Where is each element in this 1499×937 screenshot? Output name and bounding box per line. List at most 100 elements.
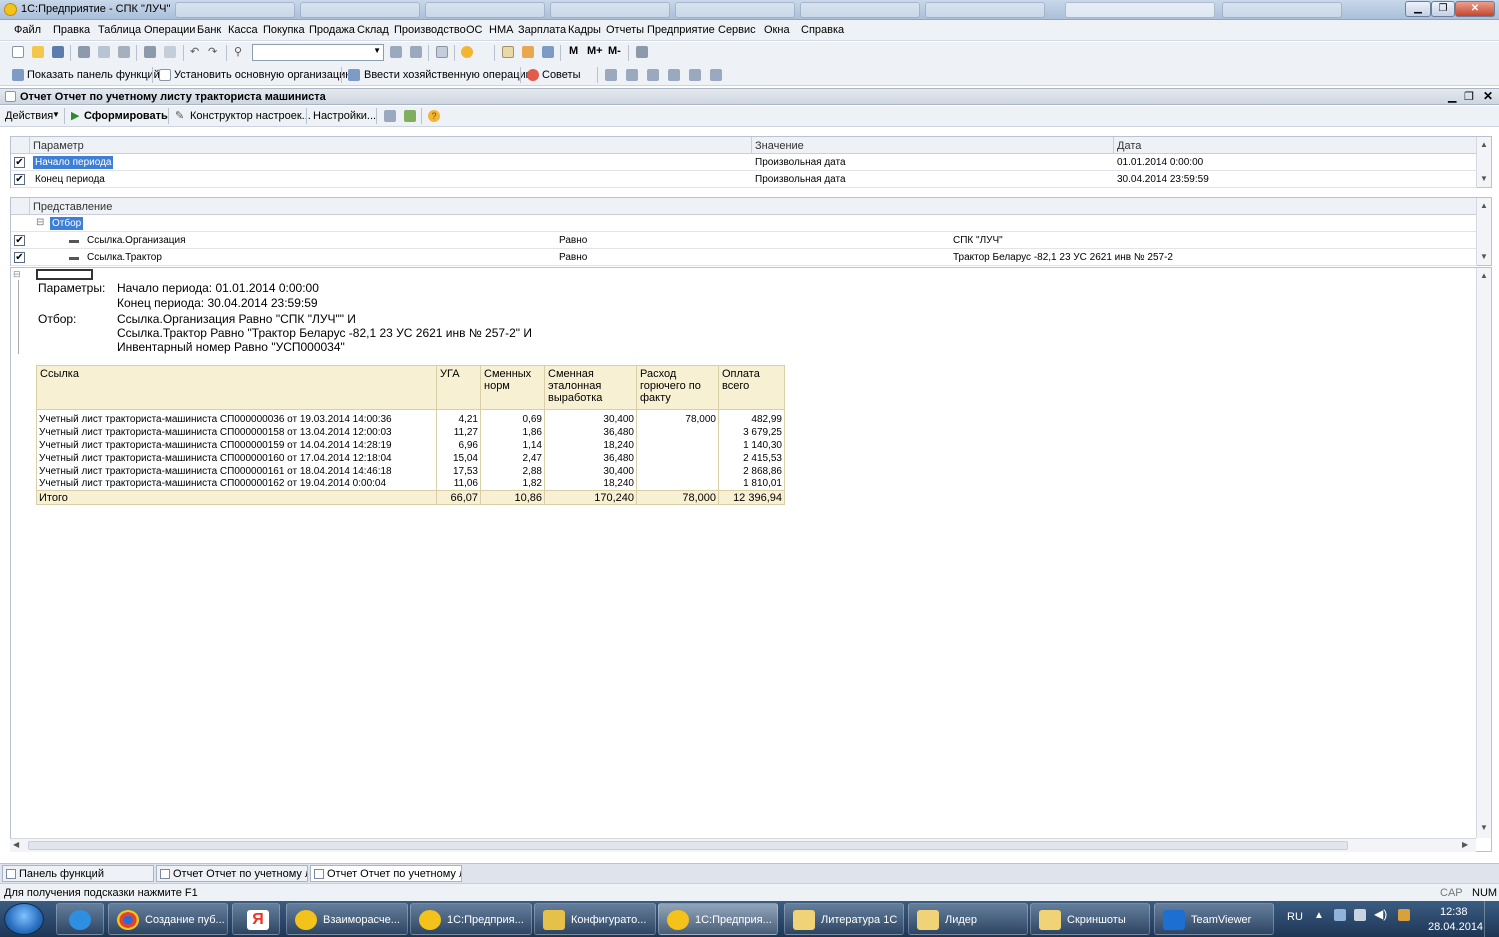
- taskbar-item[interactable]: 1С:Предприя...: [410, 903, 532, 935]
- column-header-date[interactable]: Дата: [1113, 137, 1477, 154]
- filter-group-row[interactable]: ⊟ Отбор: [11, 215, 1477, 232]
- tab-function-panel[interactable]: Панель функций: [2, 865, 154, 882]
- minimize-button[interactable]: ▁: [1405, 1, 1431, 17]
- scroll-up-icon[interactable]: ▲: [1480, 271, 1488, 280]
- calculator-icon[interactable]: [502, 46, 514, 58]
- yandex-taskbar-button[interactable]: Я: [232, 903, 280, 935]
- menu-production[interactable]: Производство: [394, 24, 466, 36]
- menu-enterprise[interactable]: Предприятие: [647, 24, 715, 36]
- info-icon[interactable]: [461, 46, 473, 58]
- menu-edit[interactable]: Правка: [53, 24, 90, 36]
- doc-ref-cell[interactable]: Учетный лист тракториста-машиниста СП000…: [36, 464, 437, 478]
- menu-purchase[interactable]: Покупка: [263, 24, 305, 36]
- undo-icon[interactable]: ↶: [190, 45, 199, 58]
- menu-operations[interactable]: Операции: [144, 24, 195, 36]
- menu-salary[interactable]: Зарплата: [518, 24, 566, 36]
- redo-icon[interactable]: ↷: [208, 45, 217, 58]
- ie-taskbar-button[interactable]: [56, 903, 104, 935]
- table-row[interactable]: Учетный лист тракториста-машиниста СП000…: [36, 438, 785, 452]
- settings-button[interactable]: Настройки...: [313, 110, 376, 122]
- taskbar-item-active[interactable]: 1С:Предприя...: [658, 903, 778, 935]
- taskbar-item[interactable]: TeamViewer: [1154, 903, 1274, 935]
- table-row[interactable]: ✔ ▬ Ссылка.Трактор Равно Трактор Беларус…: [11, 249, 1477, 266]
- calendar-icon[interactable]: [522, 46, 534, 58]
- restore-button[interactable]: ❐: [1431, 1, 1455, 17]
- table-row[interactable]: Учетный лист тракториста-машиниста СП000…: [36, 412, 785, 426]
- tools-icon[interactable]: [636, 46, 648, 58]
- scroll-down-icon[interactable]: ▼: [1480, 823, 1488, 832]
- table-row[interactable]: Учетный лист тракториста-машиниста СП000…: [36, 451, 785, 465]
- taskbar-item[interactable]: Взаиморасче...: [286, 903, 408, 935]
- constructor-button[interactable]: Конструктор настроек...: [190, 110, 311, 122]
- table-row[interactable]: Учетный лист тракториста-машиниста СП000…: [36, 464, 785, 478]
- menu-nma[interactable]: НМА: [489, 24, 513, 36]
- menu-service[interactable]: Сервис: [718, 24, 756, 36]
- copy-icon[interactable]: [98, 46, 110, 58]
- save-settings-icon[interactable]: [404, 110, 416, 122]
- network-icon[interactable]: [1354, 909, 1366, 921]
- table-row[interactable]: Учетный лист тракториста-машиниста СП000…: [36, 477, 785, 491]
- set-main-organization-button[interactable]: Установить основную организацию: [174, 69, 354, 81]
- memory-button[interactable]: M: [569, 45, 578, 57]
- scroll-down-icon[interactable]: ▼: [1480, 252, 1488, 261]
- journal-icon[interactable]: [626, 69, 638, 81]
- journal-icon[interactable]: [710, 69, 722, 81]
- scroll-up-icon[interactable]: ▲: [1480, 201, 1488, 210]
- scroll-left-icon[interactable]: ◀: [13, 840, 19, 849]
- open-folder-icon[interactable]: [32, 46, 44, 58]
- menu-os[interactable]: ОС: [466, 24, 483, 36]
- scroll-up-icon[interactable]: ▲: [1480, 140, 1488, 149]
- scroll-down-icon[interactable]: ▼: [1480, 174, 1488, 183]
- help-icon[interactable]: ?: [428, 110, 440, 122]
- menu-bank[interactable]: Банк: [197, 24, 221, 36]
- tab-report-2[interactable]: Отчет Отчет по учетному л...: [310, 865, 462, 882]
- show-panel-button[interactable]: Показать панель функций: [27, 69, 160, 81]
- taskbar-item[interactable]: Лидер: [908, 903, 1028, 935]
- journal-icon[interactable]: [689, 69, 701, 81]
- save-icon[interactable]: [52, 46, 64, 58]
- tray-arrow-icon[interactable]: ▲: [1314, 910, 1324, 921]
- memory-minus-button[interactable]: M-: [608, 45, 621, 57]
- doc-restore-button[interactable]: ❐: [1464, 90, 1474, 103]
- menu-reports[interactable]: Отчеты: [606, 24, 644, 36]
- doc-ref-cell[interactable]: Учетный лист тракториста-машиниста СП000…: [36, 412, 437, 426]
- doc-close-button[interactable]: ✕: [1483, 89, 1493, 103]
- print-icon[interactable]: [144, 46, 156, 58]
- volume-icon[interactable]: ◀): [1374, 907, 1387, 921]
- find-prev-icon[interactable]: [410, 46, 422, 58]
- scroll-right-icon[interactable]: ▶: [1462, 840, 1468, 849]
- doc-ref-cell[interactable]: Учетный лист тракториста-машиниста СП000…: [36, 438, 437, 452]
- column-header-representation[interactable]: Представление: [29, 198, 1477, 215]
- journal-icon[interactable]: [668, 69, 680, 81]
- language-indicator[interactable]: RU: [1287, 911, 1303, 923]
- paste-icon[interactable]: [118, 46, 130, 58]
- search-input[interactable]: ▼: [252, 44, 384, 61]
- tips-button[interactable]: Советы: [542, 69, 580, 81]
- taskbar-item[interactable]: Литература 1С: [784, 903, 904, 935]
- scroll-thumb[interactable]: [28, 841, 1348, 850]
- close-button[interactable]: ✕: [1455, 1, 1495, 17]
- tab-report-1[interactable]: Отчет Отчет по учетному л...: [156, 865, 308, 882]
- menu-table[interactable]: Таблица: [98, 24, 141, 36]
- chevron-down-icon[interactable]: ▼: [373, 46, 381, 55]
- windows-icon[interactable]: [436, 46, 448, 58]
- menu-windows[interactable]: Окна: [764, 24, 790, 36]
- doc-minimize-button[interactable]: ▁: [1448, 90, 1456, 103]
- start-button[interactable]: [4, 903, 44, 935]
- menu-sale[interactable]: Продажа: [309, 24, 355, 36]
- clock-time[interactable]: 12:38: [1440, 906, 1468, 918]
- column-header-param[interactable]: Параметр: [29, 137, 751, 154]
- table-row[interactable]: Учетный лист тракториста-машиниста СП000…: [36, 425, 785, 439]
- taskbar-item[interactable]: Конфигурато...: [534, 903, 656, 935]
- menu-file[interactable]: Файл: [14, 24, 41, 36]
- horizontal-scrollbar[interactable]: ◀ ▶: [10, 838, 1476, 852]
- taskbar-item[interactable]: Скриншоты: [1030, 903, 1150, 935]
- table-row[interactable]: ✔ Конец периода Произвольная дата 30.04.…: [11, 171, 1477, 188]
- selected-cell[interactable]: [36, 269, 93, 280]
- doc-ref-cell[interactable]: Учетный лист тракториста-машиниста СП000…: [36, 477, 437, 491]
- row-checkbox[interactable]: ✔: [14, 252, 25, 263]
- doc-ref-cell[interactable]: Учетный лист тракториста-машиниста СП000…: [36, 425, 437, 439]
- tray-flag-icon[interactable]: [1398, 909, 1410, 921]
- restore-settings-icon[interactable]: [384, 110, 396, 122]
- clock-date[interactable]: 28.04.2014: [1428, 921, 1483, 933]
